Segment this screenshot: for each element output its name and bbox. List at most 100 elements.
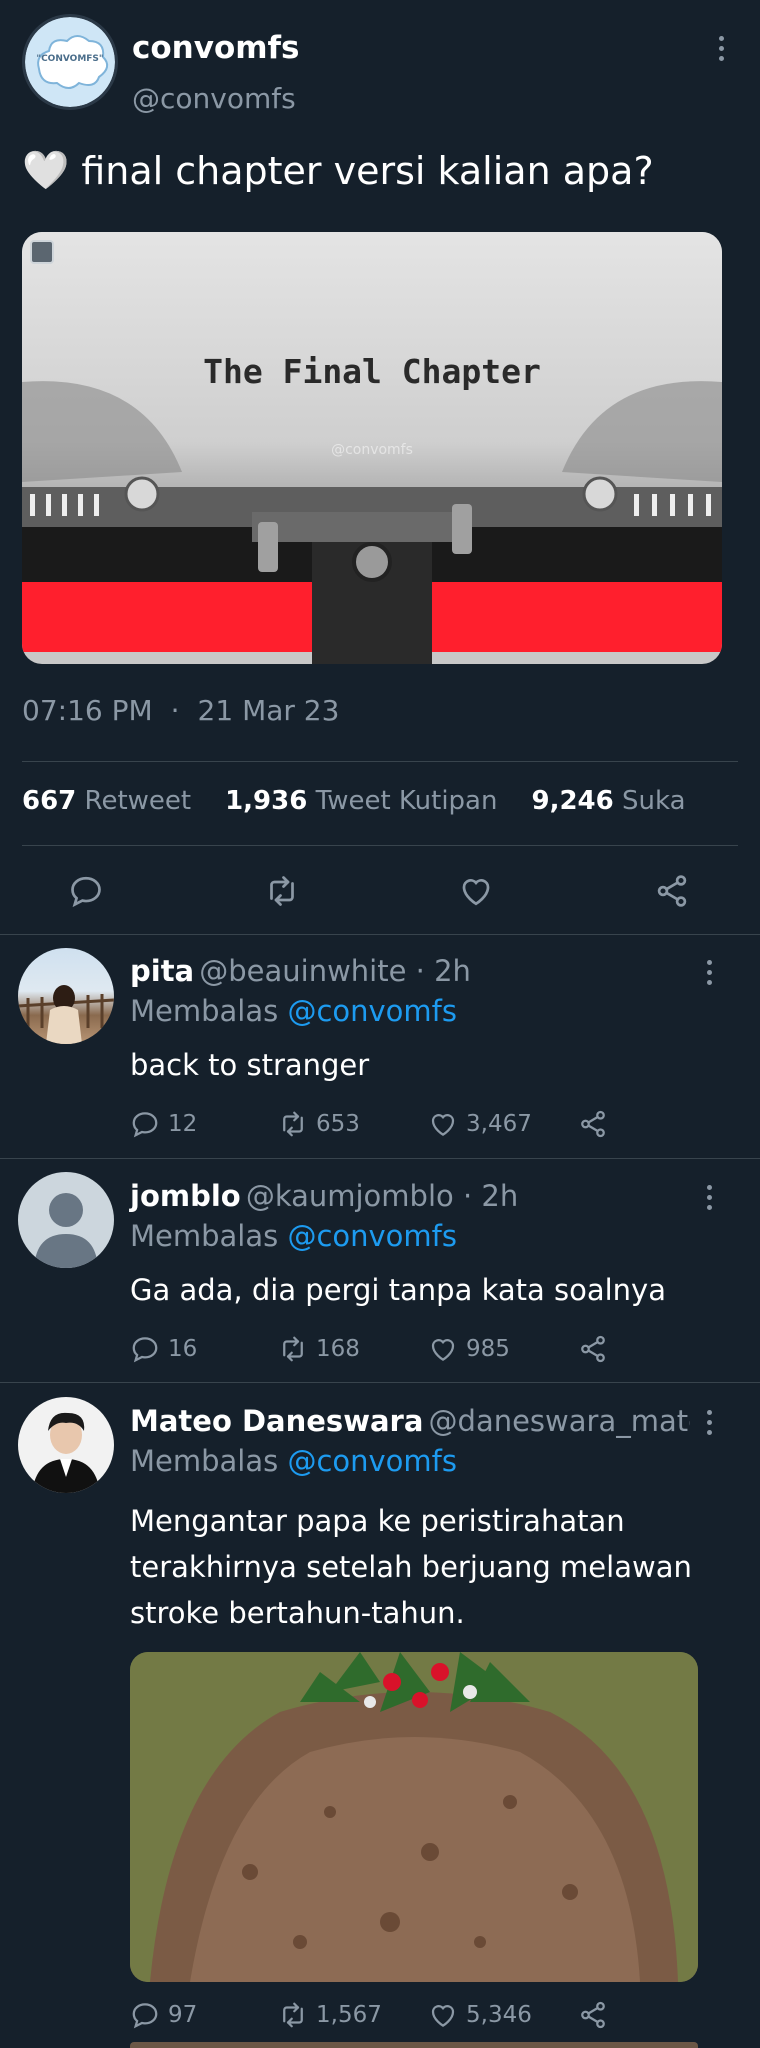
reply-count: 12 <box>168 1111 198 1137</box>
reply-action-like[interactable]: 5,346 <box>428 2000 532 2030</box>
replying-to: Membalas @convomfs <box>130 1219 457 1253</box>
reply-avatar[interactable] <box>18 1172 114 1268</box>
grave-photo <box>130 1652 698 1982</box>
tweet-image[interactable]: The Final Chapter @convomfs <box>22 232 722 664</box>
replying-to-link[interactable]: @convomfs <box>287 1444 457 1478</box>
reply-count: 97 <box>168 2002 198 2028</box>
reply-header: pita @beauinwhite · 2h <box>130 954 471 988</box>
divider <box>0 1382 760 1383</box>
divider <box>0 934 760 935</box>
reply-more-icon[interactable] <box>704 1185 714 1210</box>
retweet-count: 168 <box>316 1336 360 1362</box>
avatar-photo <box>32 1412 100 1493</box>
reply-action-like[interactable]: 3,467 <box>428 1109 532 1139</box>
author-handle[interactable]: @convomfs <box>132 82 296 115</box>
retweet-count: 667 <box>22 786 77 816</box>
media-badge-icon <box>30 240 54 264</box>
reply-icon <box>132 1112 158 1138</box>
retweet-count: 1,567 <box>316 2002 382 2028</box>
reply-icon <box>132 1337 158 1363</box>
like-icon <box>431 2005 455 2027</box>
reply-avatar[interactable] <box>18 1397 114 1493</box>
reply-action-share[interactable] <box>578 1334 608 1364</box>
reply-action-comment[interactable]: 12 <box>130 1109 197 1139</box>
like-icon <box>431 1339 455 1361</box>
reply-author-name[interactable]: jomblo <box>130 1179 241 1213</box>
reply-action-retweet[interactable]: 168 <box>278 1334 360 1364</box>
retweet-label: Retweet <box>84 786 192 816</box>
author-avatar[interactable]: "CONVOMFS" <box>22 14 118 110</box>
like-count: 5,346 <box>466 2002 532 2028</box>
retweet-stat[interactable]: 667 Retweet <box>22 786 191 816</box>
divider <box>22 845 738 846</box>
retweet-icon <box>283 1336 303 1362</box>
replying-to: Membalas @convomfs <box>130 994 457 1028</box>
white-heart-emoji: 🤍 <box>22 148 70 192</box>
reply-author-meta[interactable]: @daneswara_mateo... <box>429 1404 690 1438</box>
reply-action-retweet[interactable]: 1,567 <box>278 2000 382 2030</box>
reply-author-meta[interactable]: @kaumjomblo · 2h <box>246 1179 518 1213</box>
reply-avatar[interactable] <box>18 948 114 1044</box>
quote-label: Tweet Kutipan <box>315 786 498 816</box>
typewriter-graphic <box>22 381 722 664</box>
reply-icon[interactable] <box>68 873 104 909</box>
share-icon <box>581 2001 605 2029</box>
retweet-icon[interactable] <box>264 873 300 909</box>
retweet-icon <box>283 2002 303 2028</box>
retweet-icon <box>283 1111 303 1137</box>
like-count: 9,246 <box>531 786 614 816</box>
reply-text-line: Mengantar papa ke peristirahatan <box>130 1504 625 1538</box>
quote-count: 1,936 <box>225 786 308 816</box>
replying-label: Membalas <box>130 1219 279 1253</box>
like-icon[interactable] <box>458 873 494 909</box>
retweet-count: 653 <box>316 1111 360 1137</box>
reply-author-meta[interactable]: @beauinwhite · 2h <box>199 954 471 988</box>
tweet-text-content: final chapter versi kalian apa? <box>81 148 654 193</box>
tweet-date: 21 Mar 23 <box>197 694 340 727</box>
quote-stat[interactable]: 1,936 Tweet Kutipan <box>225 786 497 816</box>
reply-action-share[interactable] <box>578 2000 608 2030</box>
author-name[interactable]: convomfs <box>132 30 300 66</box>
reply-text: back to stranger <box>130 1048 370 1082</box>
default-avatar-icon <box>34 1193 98 1268</box>
replying-to: Membalas @convomfs <box>130 1444 457 1478</box>
like-label: Suka <box>622 786 686 816</box>
more-options-icon[interactable] <box>716 36 726 61</box>
reply-more-icon[interactable] <box>704 960 714 985</box>
reply-author-name[interactable]: Mateo Daneswara <box>130 1404 423 1438</box>
avatar-label: "CONVOMFS" <box>36 54 104 64</box>
reply-header: Mateo Daneswara @daneswara_mateo... <box>130 1404 690 1438</box>
reply-action-comment[interactable]: 16 <box>130 1334 197 1364</box>
replying-label: Membalas <box>130 994 279 1028</box>
replying-label: Membalas <box>130 1444 279 1478</box>
reply-action-share[interactable] <box>578 1109 608 1139</box>
reply-action-comment[interactable]: 97 <box>130 2000 197 2030</box>
next-media-preview <box>130 2042 698 2048</box>
reply-author-name[interactable]: pita <box>130 954 194 988</box>
like-icon <box>431 1114 455 1136</box>
timestamp-separator: · <box>170 694 180 727</box>
share-icon <box>581 1110 605 1138</box>
reply-text-line: terakhirnya setelah berjuang melawan <box>130 1550 692 1584</box>
tweet-stats: 667 Retweet 1,936 Tweet Kutipan 9,246 Su… <box>22 786 686 816</box>
share-icon[interactable] <box>654 873 690 909</box>
reply-action-like[interactable]: 985 <box>428 1334 510 1364</box>
reply-more-icon[interactable] <box>704 1410 714 1435</box>
replying-to-link[interactable]: @convomfs <box>287 1219 457 1253</box>
reply-text: Mengantar papa ke peristirahatan terakhi… <box>130 1498 692 1636</box>
reply-text-line: stroke bertahun-tahun. <box>130 1596 465 1630</box>
reply-image[interactable] <box>130 1652 698 1982</box>
like-stat[interactable]: 9,246 Suka <box>531 786 685 816</box>
replying-to-link[interactable]: @convomfs <box>287 994 457 1028</box>
reply-icon <box>132 2003 158 2029</box>
like-count: 985 <box>466 1336 510 1362</box>
reply-count: 16 <box>168 1336 198 1362</box>
divider <box>0 1158 760 1159</box>
share-icon <box>581 1335 605 1363</box>
reply-action-retweet[interactable]: 653 <box>278 1109 360 1139</box>
like-count: 3,467 <box>466 1111 532 1137</box>
divider <box>22 761 738 762</box>
tweet-timestamp: 07:16 PM · 21 Mar 23 <box>22 694 339 727</box>
reply-header: jomblo @kaumjomblo · 2h <box>130 1179 518 1213</box>
tweet-time: 07:16 PM <box>22 694 153 727</box>
